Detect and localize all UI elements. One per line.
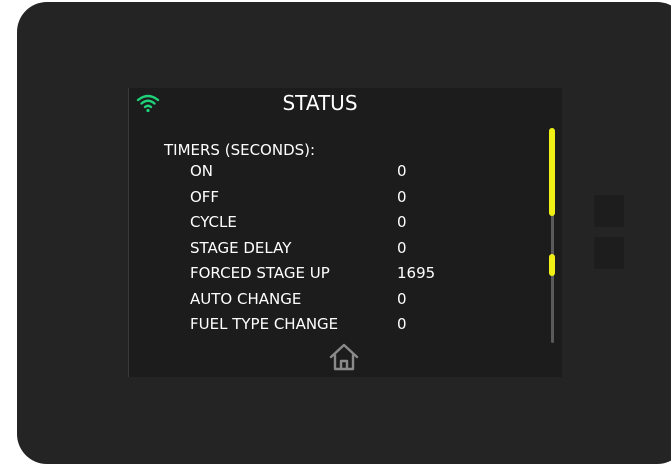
scrollbar-thumb[interactable]	[549, 128, 555, 216]
list-item: STAGE DELAY 0	[190, 237, 530, 263]
wifi-icon	[136, 94, 160, 113]
timer-label: OFF	[190, 187, 220, 206]
timer-label: ON	[190, 162, 214, 180]
timers-section-header: TIMERS (SECONDS):	[164, 141, 316, 159]
timer-label: FORCED STAGE UP	[190, 264, 330, 282]
list-item: ON 0	[190, 160, 530, 186]
timers-list: ON 0 OFF 0 CYCLE 0 STAGE DELAY 0 FORCED …	[190, 160, 530, 339]
list-item: OFF 0	[190, 186, 530, 212]
timer-value: 0	[397, 187, 407, 206]
timer-value: 0	[397, 213, 407, 231]
timer-value: 0	[397, 238, 407, 257]
timer-label: FUEL TYPE CHANGE	[190, 315, 339, 333]
list-item: FUEL TYPE CHANGE 0	[190, 313, 530, 339]
list-item: CYCLE 0	[190, 211, 530, 237]
side-button-upper[interactable]	[594, 195, 624, 227]
timer-value: 1695	[397, 264, 436, 282]
scrollbar-position-marker[interactable]	[549, 254, 555, 276]
list-item: AUTO CHANGE 0	[190, 288, 530, 314]
page-title: STATUS	[282, 91, 358, 115]
side-button-lower[interactable]	[594, 237, 624, 269]
timer-label: STAGE DELAY	[190, 238, 292, 257]
list-item: FORCED STAGE UP 1695	[190, 262, 530, 288]
timer-value: 0	[397, 162, 407, 180]
timer-value: 0	[397, 315, 407, 333]
timer-value: 0	[397, 289, 407, 308]
home-icon[interactable]	[328, 342, 360, 372]
timer-label: AUTO CHANGE	[190, 289, 302, 308]
timer-label: CYCLE	[190, 213, 237, 231]
